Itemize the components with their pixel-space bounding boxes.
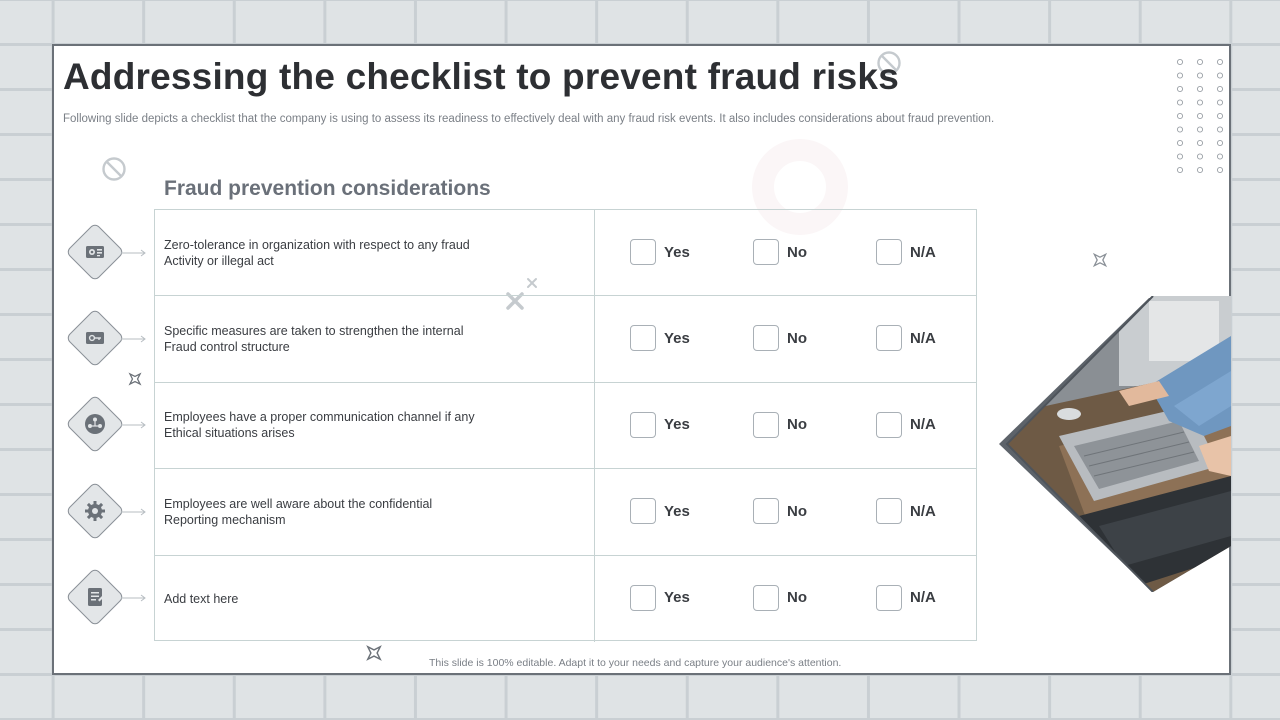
key-card-icon [80,323,110,353]
checklist-table: Zero-tolerance in organization with resp… [154,209,977,642]
row-description-cell: Zero-tolerance in organization with resp… [155,210,595,296]
na-label: N/A [910,329,936,347]
no-checkbox[interactable] [753,239,779,265]
settings-dashboard-icon [80,237,110,267]
option-no[interactable]: No [753,411,807,439]
na-label: N/A [910,243,936,261]
yes-checkbox[interactable] [630,239,656,265]
arrow-icon [121,508,146,516]
row-description: Add text here [164,591,239,606]
sparkle-icon [1092,252,1108,268]
section-heading: Fraud prevention considerations [164,177,491,200]
no-label: No [787,329,807,347]
row-description-cell: Add text here [155,555,595,642]
option-yes[interactable]: Yes [630,584,690,612]
laptop-photo [999,296,1231,592]
no-label: No [787,589,807,607]
yes-label: Yes [664,589,690,607]
arrow-icon [121,249,146,257]
page-title: Addressing the checklist to prevent frau… [63,56,899,97]
option-yes[interactable]: Yes [630,497,690,525]
sparkle-icon [128,372,142,386]
gear-icon [80,496,110,526]
yes-label: Yes [664,416,690,434]
no-checkbox[interactable] [753,411,779,438]
option-no[interactable]: No [753,497,807,525]
row-description: Employees are well aware about the confi… [164,496,433,527]
checklist-row: Zero-tolerance in organization with resp… [155,210,976,297]
page-subtitle: Following slide depicts a checklist that… [63,113,995,125]
na-checkbox[interactable] [876,584,902,611]
yes-checkbox[interactable] [630,498,656,525]
option-na[interactable]: N/A [876,584,936,612]
na-label: N/A [910,502,936,520]
no-checkbox[interactable] [753,498,779,525]
document-icon [80,582,110,612]
option-no[interactable]: No [753,584,807,612]
footer-note: This slide is 100% editable. Adapt it to… [429,657,842,669]
no-label: No [787,416,807,434]
option-yes[interactable]: Yes [630,411,690,439]
row-description: Employees have a proper communication ch… [164,410,475,441]
row-description-cell: Employees are well aware about the confi… [155,469,595,555]
arrow-icon [121,335,146,343]
na-label: N/A [910,416,936,434]
no-label: No [787,243,807,261]
na-checkbox[interactable] [876,239,902,265]
yes-label: Yes [664,243,690,261]
na-checkbox[interactable] [876,498,902,525]
checklist-row: Employees have a proper communication ch… [155,382,976,470]
checklist-row: Employees are well aware about the confi… [155,469,976,556]
row-description: Zero-tolerance in organization with resp… [164,237,470,268]
dot-grid-decoration [1176,58,1224,174]
row-description: Specific measures are taken to strengthe… [164,324,464,355]
yes-label: Yes [664,329,690,347]
no-checkbox[interactable] [753,325,779,352]
option-no[interactable]: No [753,238,807,266]
option-na[interactable]: N/A [876,238,936,266]
checklist-row: Specific measures are taken to strengthe… [155,296,976,383]
option-yes[interactable]: Yes [630,238,690,266]
slide: Addressing the checklist to prevent frau… [52,44,1231,675]
yes-checkbox[interactable] [630,584,656,611]
option-no[interactable]: No [753,324,807,352]
yes-label: Yes [664,502,690,520]
na-checkbox[interactable] [876,325,902,352]
row-description-cell: Specific measures are taken to strengthe… [155,296,595,382]
no-label: No [787,502,807,520]
na-label: N/A [910,589,936,607]
option-na[interactable]: N/A [876,324,936,352]
arrow-icon [121,421,146,429]
na-checkbox[interactable] [876,411,902,438]
no-checkbox[interactable] [753,584,779,611]
row-description-cell: Employees have a proper communication ch… [155,382,595,469]
yes-checkbox[interactable] [630,325,656,352]
option-na[interactable]: N/A [876,497,936,525]
option-na[interactable]: N/A [876,411,936,439]
yes-checkbox[interactable] [630,411,656,438]
checklist-row: Add text here Yes No N/A [155,555,976,642]
communication-network-icon [80,409,110,439]
sparkle-icon [366,645,382,661]
arrow-icon [121,594,146,602]
option-yes[interactable]: Yes [630,324,690,352]
prohibition-icon [102,157,126,181]
